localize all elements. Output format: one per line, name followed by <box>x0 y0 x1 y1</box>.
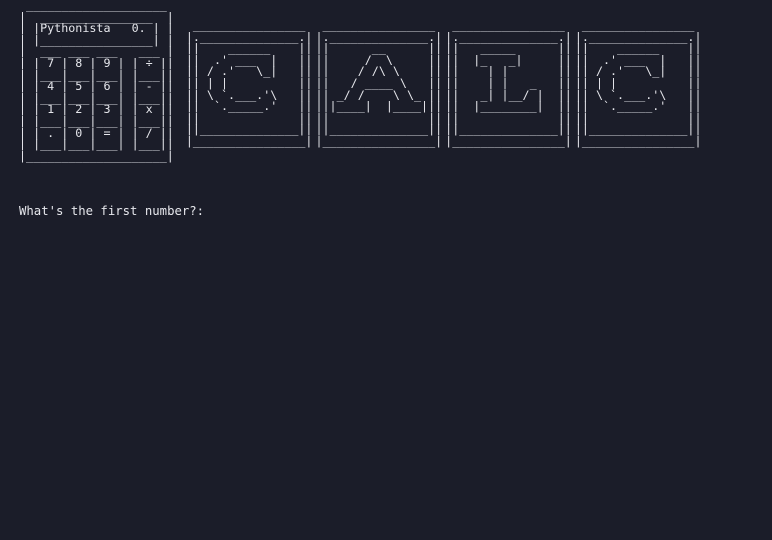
prompt-text: What's the first number?: <box>19 204 205 218</box>
ascii-banner: ____________________ | ________________ … <box>19 0 705 162</box>
calc-letter-blocks: ________________ |.______________.| || _… <box>185 18 705 148</box>
terminal-window[interactable]: ____________________ | ________________ … <box>0 0 772 540</box>
letter-block-c: ________________ |.______________.| || _… <box>185 18 313 148</box>
letter-block-l: ________________ |.______________.| || _… <box>445 18 572 148</box>
text-cursor[interactable] <box>210 204 217 218</box>
letter-block-c-second: ________________ |.______________.| || _… <box>574 18 702 148</box>
calculator-ascii-art: ____________________ | ________________ … <box>19 0 174 163</box>
input-prompt-line[interactable]: What's the first number?: <box>19 204 217 218</box>
letter-block-a: ________________ |.______________.| || _… <box>315 18 443 148</box>
